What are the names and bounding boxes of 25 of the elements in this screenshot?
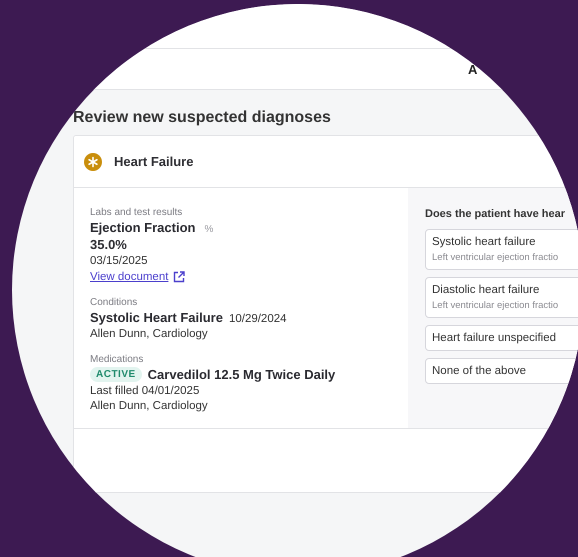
toolbar-label: A: [468, 62, 478, 76]
section-label: Labs and test results: [90, 207, 184, 218]
lab-name: Ejection Fraction: [90, 220, 196, 235]
page-heading: Review new suspected diagnoses: [73, 109, 332, 127]
lab-date: 03/15/2025: [90, 255, 149, 267]
asterisk-icon: [84, 152, 102, 170]
medication-name: Carvedilol 12.5 Mg Twice Daily: [148, 367, 336, 382]
answer-option[interactable]: Diastolic heart failure Left ventricular ejection fractio: [425, 277, 578, 318]
status-badge: ACTIVE: [90, 367, 142, 382]
lab-unit: %: [204, 224, 214, 235]
question-text: Does the patient have hear: [425, 208, 566, 220]
diagnosis-title: Heart Failure: [114, 154, 194, 169]
section-label: Conditions: [90, 297, 138, 308]
last-filled-date: Last filled 04/01/2025: [90, 385, 200, 397]
answer-option[interactable]: None of the above: [425, 358, 578, 384]
answer-option[interactable]: Systolic heart failure Left ventricular ejection fractio: [425, 229, 578, 270]
answer-option[interactable]: Heart failure unspecified: [425, 325, 578, 351]
condition-date: 10/29/2024: [228, 313, 287, 325]
medication-provider: Allen Dunn, Cardiology: [90, 400, 209, 412]
section-label: Medications: [90, 354, 144, 365]
lab-value: 35.0%: [90, 237, 128, 252]
external-link-icon: [173, 271, 186, 283]
condition-name: Systolic Heart Failure: [90, 310, 223, 325]
view-document-link[interactable]: View document: [90, 271, 186, 283]
condition-provider: Allen Dunn, Cardiology: [90, 328, 209, 340]
